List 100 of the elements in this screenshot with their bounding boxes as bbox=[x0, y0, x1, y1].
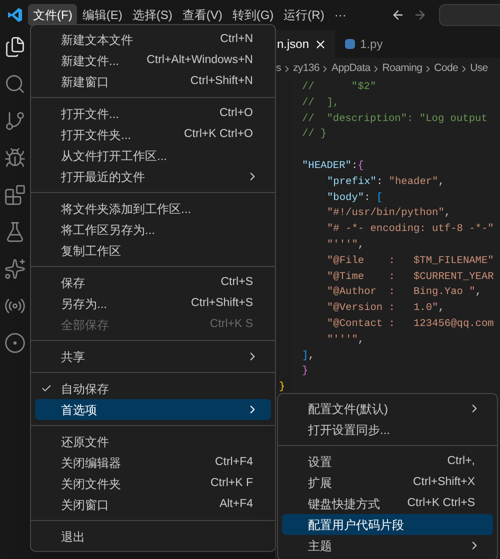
menu-item-label: 主题 bbox=[308, 538, 332, 554]
menu-item-label: 设置 bbox=[308, 454, 332, 470]
menu-item-label: 配置用户代码片段 bbox=[308, 516, 404, 534]
breadcrumb-item[interactable]: Code bbox=[434, 61, 458, 77]
logo-icon bbox=[7, 7, 23, 23]
shortcut-label: Ctrl+Shift+S bbox=[191, 296, 253, 311]
menu-item[interactable]: 关闭文件夹 Ctrl+K F bbox=[35, 473, 271, 494]
menu-item-label: 新建窗口 bbox=[61, 74, 109, 90]
code-line: // } bbox=[302, 128, 327, 140]
files-icon[interactable] bbox=[4, 36, 26, 58]
code-line: // "$2" bbox=[302, 81, 376, 93]
tab-label: 1.py bbox=[360, 36, 383, 53]
menu-item[interactable]: 另存为... Ctrl+Shift+S bbox=[35, 293, 271, 314]
code-line: "@File : $TM_FILENAME" bbox=[327, 254, 494, 267]
menu-item[interactable]: 退出 bbox=[35, 526, 271, 547]
menu-item[interactable]: 新建窗口 Ctrl+Shift+N bbox=[35, 71, 271, 92]
menu-bar-item[interactable]: 编辑(E) bbox=[77, 4, 128, 26]
menu-bar-item[interactable]: 转到(G) bbox=[227, 4, 279, 26]
menu-item-label: 自动保存 bbox=[61, 380, 109, 398]
menu-item-label: 保存 bbox=[61, 274, 85, 292]
menu-item[interactable]: 打开最近的文件 bbox=[35, 166, 271, 187]
branch-icon[interactable] bbox=[4, 110, 26, 132]
code-line: "body": [ bbox=[327, 192, 383, 204]
menu-bar-item[interactable]: 选择(S) bbox=[127, 4, 178, 26]
breadcrumb-item[interactable]: AppData bbox=[331, 61, 370, 77]
menu-item[interactable]: 配置文件(默认) bbox=[282, 398, 493, 419]
code-line: "prefix": "header", bbox=[327, 176, 444, 188]
breadcrumb-item[interactable]: zy136 bbox=[292, 61, 320, 77]
menu-item[interactable]: 共享 bbox=[35, 346, 271, 367]
menu-item-label: 打开文件... bbox=[61, 106, 120, 122]
menu-bar-item[interactable]: 文件(F) bbox=[28, 4, 78, 26]
code-line: "#!/usr/bin/python", bbox=[327, 207, 451, 220]
menu-item[interactable]: 主题 bbox=[282, 535, 493, 556]
menu-item[interactable]: 扩展 Ctrl+Shift+X bbox=[282, 472, 493, 493]
menu-item-label: 打开设置同步... bbox=[308, 422, 390, 438]
shortcut-label: Ctrl+S bbox=[220, 274, 253, 290]
menu-item[interactable]: 将工作区另存为... bbox=[35, 219, 271, 240]
bug-icon[interactable] bbox=[4, 147, 26, 169]
search-icon[interactable] bbox=[4, 73, 26, 95]
menu-item-label: 键盘快捷方式 bbox=[308, 496, 380, 512]
breadcrumb-item[interactable]: s bbox=[276, 61, 281, 77]
menu-item[interactable]: 新建文本文件 Ctrl+N bbox=[35, 29, 271, 50]
menu-item-label: 退出 bbox=[61, 528, 85, 546]
menu-item-label: 打开文件夹... bbox=[61, 126, 132, 144]
shortcut-label: Ctrl+K Ctrl+S bbox=[407, 496, 475, 511]
menu-item[interactable]: 打开设置同步... bbox=[282, 419, 493, 440]
menu-item-label: 扩展 bbox=[308, 474, 332, 492]
menu-item[interactable]: 将文件夹添加到工作区... bbox=[35, 198, 271, 219]
shortcut-label: Ctrl+F4 bbox=[214, 454, 253, 470]
menu-item-label: 全部保存 bbox=[61, 316, 109, 334]
shortcut-label: Ctrl+K F bbox=[210, 476, 253, 491]
target-icon[interactable] bbox=[4, 332, 26, 354]
breadcrumb-item[interactable]: Use bbox=[470, 61, 488, 77]
menu-item-label: 关闭窗口 bbox=[61, 496, 109, 514]
code-line: } bbox=[279, 381, 286, 394]
shortcut-label: Ctrl+N bbox=[220, 32, 253, 47]
code-line: "@Time : $CURRENT_YEAR bbox=[327, 270, 494, 283]
menu-item-label: 另存为... bbox=[61, 296, 108, 312]
menu-item[interactable]: 键盘快捷方式 Ctrl+K Ctrl+S bbox=[282, 493, 493, 514]
menu-item[interactable]: 保存 Ctrl+S bbox=[35, 272, 271, 293]
menu-item[interactable]: 配置用户代码片段 bbox=[282, 514, 493, 535]
menu-item-label: 关闭编辑器 bbox=[61, 454, 121, 472]
menu-item[interactable]: 自动保存 bbox=[35, 378, 271, 399]
menu-item-label: 将文件夹添加到工作区... bbox=[61, 200, 192, 218]
menu-item[interactable]: 打开文件夹... Ctrl+K Ctrl+O bbox=[35, 124, 271, 145]
code-line: // "description": "Log output bbox=[302, 112, 488, 125]
menu-item-label: 新建文件... bbox=[61, 52, 120, 70]
menu-item[interactable]: 关闭窗口 Alt+F4 bbox=[35, 494, 271, 515]
menu-item[interactable]: 首选项 bbox=[35, 399, 271, 420]
command-search-field[interactable] bbox=[439, 4, 500, 26]
editor-tab[interactable]: n.json bbox=[276, 30, 336, 58]
menu-item[interactable]: 还原文件 bbox=[35, 431, 271, 452]
tab-label: n.json bbox=[277, 36, 310, 53]
code-line: "@Author : Bing.Yao ", bbox=[327, 286, 482, 298]
code-line: "'''", bbox=[327, 334, 364, 346]
code-line: "# -*- encoding: utf-8 -*-" bbox=[327, 223, 494, 236]
breadcrumb-item[interactable]: Roaming bbox=[382, 61, 422, 77]
menu-item[interactable]: 关闭编辑器 Ctrl+F4 bbox=[35, 452, 271, 473]
menu-bar-item[interactable]: 运行(R) bbox=[278, 4, 330, 26]
close-icon[interactable] bbox=[314, 38, 328, 50]
shortcut-label: Alt+F4 bbox=[219, 496, 253, 512]
menu-item-label: 从文件打开工作区... bbox=[61, 148, 168, 164]
menu-item-label: 打开最近的文件 bbox=[61, 168, 145, 186]
menu-item[interactable]: 复制工作区 bbox=[35, 240, 271, 261]
blocks-icon[interactable] bbox=[4, 184, 26, 206]
shortcut-label: Ctrl+, bbox=[447, 454, 475, 469]
menu-item-label: 首选项 bbox=[61, 402, 97, 418]
shortcut-label: Ctrl+Alt+Windows+N bbox=[146, 52, 253, 68]
menu-bar-item[interactable]: ··· bbox=[329, 4, 352, 26]
menu-item-label: 将工作区另存为... bbox=[61, 222, 156, 238]
menu-item-label: 复制工作区 bbox=[61, 242, 121, 260]
code-line: } bbox=[302, 365, 308, 378]
menu-bar-item[interactable]: 查看(V) bbox=[177, 4, 228, 26]
code-line: ], bbox=[302, 350, 314, 362]
menu-item[interactable]: 设置 Ctrl+, bbox=[282, 451, 493, 472]
sparkle-icon[interactable] bbox=[4, 258, 26, 280]
menu-item[interactable]: 从文件打开工作区... bbox=[35, 145, 271, 166]
check-icon bbox=[41, 383, 52, 394]
menu-item[interactable]: 打开文件... Ctrl+O bbox=[35, 103, 271, 124]
menu-item[interactable]: 新建文件... Ctrl+Alt+Windows+N bbox=[35, 50, 271, 71]
